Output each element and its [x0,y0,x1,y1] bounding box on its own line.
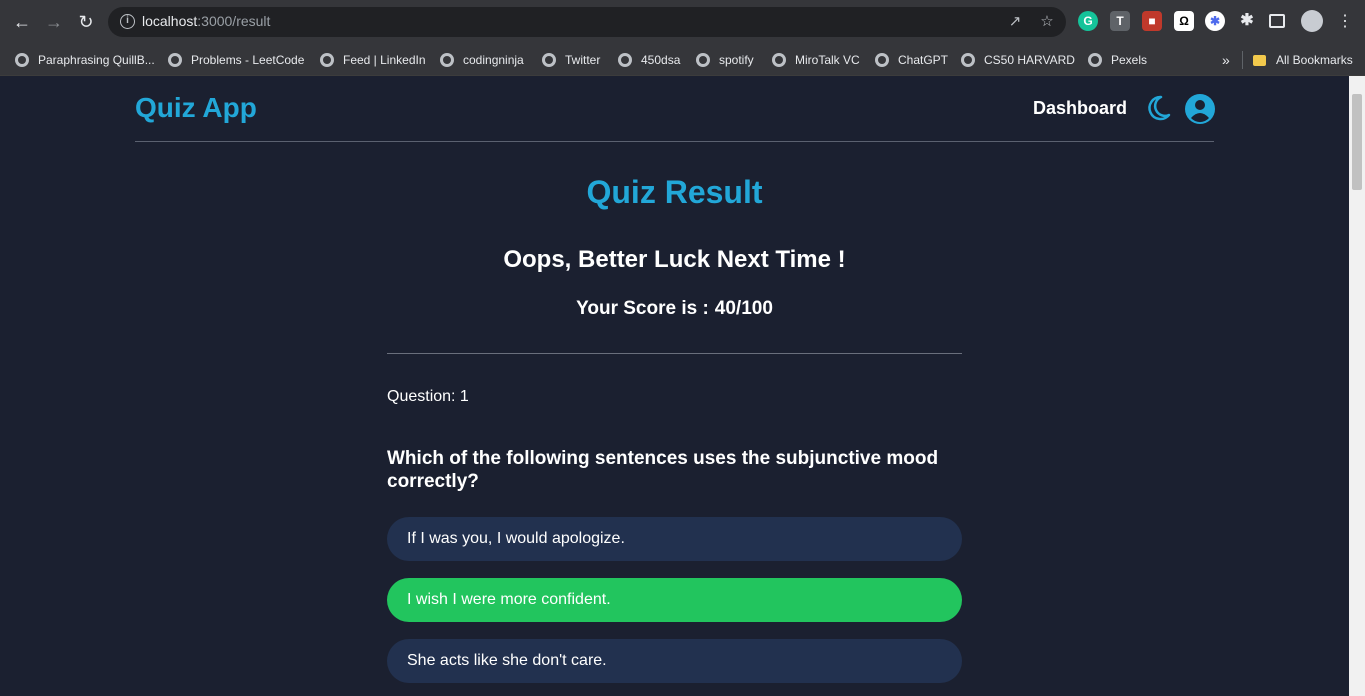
bookmark-label: Feed | LinkedIn [343,53,426,67]
result-message: Oops, Better Luck Next Time ! [503,246,846,273]
bookmark-item[interactable]: Feed | LinkedIn [320,50,426,70]
bookmark-item[interactable]: Twitter [542,50,600,70]
side-panel-icon[interactable] [1269,14,1285,28]
answer-option[interactable]: She acts like she don't care. [387,639,962,683]
bookmark-item[interactable]: Paraphrasing QuillB... [15,50,155,70]
header-divider [135,141,1214,142]
globe-icon [168,53,182,67]
url-text[interactable]: localhost:3000/result [142,13,270,29]
url-path: :3000/result [197,13,271,29]
bookmark-item[interactable]: Problems - LeetCode [168,50,304,70]
bookmark-star-icon[interactable]: ☆ [1038,13,1056,31]
question-number: Question: 1 [387,388,469,405]
bookmarks-bar: Paraphrasing QuillB... Problems - LeetCo… [0,44,1365,76]
globe-icon [772,53,786,67]
result-title: Quiz Result [586,174,763,210]
app-title[interactable]: Quiz App [135,92,257,124]
moon-icon[interactable] [1144,94,1172,122]
globe-icon [440,53,454,67]
more-bookmarks-chevron-icon[interactable]: » [1222,50,1230,70]
globe-icon [542,53,556,67]
folder-icon [1253,54,1266,66]
address-bar[interactable]: i localhost:3000/result ↗ ☆ [108,7,1066,37]
bookmark-item[interactable]: 450dsa [618,50,680,70]
all-bookmarks-button[interactable]: All Bookmarks [1253,50,1353,70]
profile-avatar-icon[interactable] [1301,10,1323,32]
bookmark-item[interactable]: ChatGPT [875,50,948,70]
globe-icon [875,53,889,67]
globe-icon [696,53,710,67]
bookmark-item[interactable]: spotify [696,50,754,70]
menu-kebab-icon[interactable]: ⋮ [1334,11,1356,33]
back-arrow-icon[interactable]: ← [11,11,33,33]
grammarly-extension-icon[interactable]: G [1078,11,1098,31]
scrollbar-thumb[interactable] [1352,94,1362,190]
forward-arrow-icon[interactable]: → [43,11,65,33]
globe-icon [1088,53,1102,67]
bookmark-label: MiroTalk VC [795,53,860,67]
reload-icon[interactable]: ↻ [75,11,97,33]
result-divider [387,353,962,354]
score-label: Your Score is : [576,298,709,319]
bookmark-label: CS50 HARVARD [984,53,1075,67]
score-line: Your Score is :40/100 [0,298,1349,320]
bookmark-item[interactable]: CS50 HARVARD [961,50,1075,70]
bookmark-label: 450dsa [641,53,681,67]
question-text: Which of the following sentences uses th… [387,448,939,492]
url-host: localhost [142,13,198,29]
site-info-icon[interactable]: i [120,14,135,29]
browser-toolbar: ← → ↻ i localhost:3000/result ↗ ☆ G T ■ … [0,0,1365,44]
puzzle-extensions-icon[interactable]: ✱ [1237,11,1257,31]
globe-icon [618,53,632,67]
bookmark-label: ChatGPT [898,53,949,67]
globe-icon [15,53,29,67]
share-icon[interactable]: ↗ [1006,13,1024,31]
bookmark-label: spotify [719,53,754,67]
sparkle-extension-icon[interactable]: ✱ [1205,11,1225,31]
user-avatar-icon[interactable] [1185,94,1215,124]
answer-option-correct[interactable]: I wish I were more confident. [387,578,962,622]
game-extension-icon[interactable]: ■ [1142,11,1162,31]
bookmark-label: codingninja [463,53,524,67]
bookmark-label: Pexels [1111,53,1148,67]
omega-extension-icon[interactable]: Ω [1174,11,1194,31]
bookmark-item[interactable]: codingninja [440,50,524,70]
page-scrollbar[interactable] [1349,76,1365,696]
page-content: Quiz App Dashboard Quiz Result Oops, Bet… [0,76,1349,696]
text-extension-icon[interactable]: T [1110,11,1130,31]
bookmark-item[interactable]: MiroTalk VC [772,50,860,70]
bookmark-label: Twitter [565,53,601,67]
bookmark-label: Problems - LeetCode [191,53,305,67]
dashboard-link[interactable]: Dashboard [1033,98,1127,119]
bookmarks-divider [1242,51,1243,69]
globe-icon [320,53,334,67]
all-bookmarks-label: All Bookmarks [1276,53,1353,67]
globe-icon [961,53,975,67]
bookmark-label: Paraphrasing QuillB... [38,53,155,67]
answer-option[interactable]: If I was you, I would apologize. [387,517,962,561]
score-value: 40/100 [714,298,773,319]
bookmark-item[interactable]: Pexels [1088,50,1147,70]
